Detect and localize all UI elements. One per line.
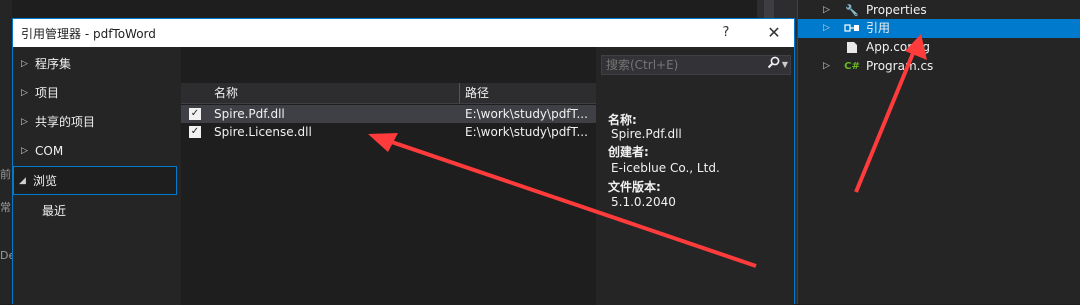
annotation-arrow-references [854, 34, 927, 193]
annotation-arrow-list [368, 133, 757, 268]
annotation-overlay [368, 34, 927, 268]
